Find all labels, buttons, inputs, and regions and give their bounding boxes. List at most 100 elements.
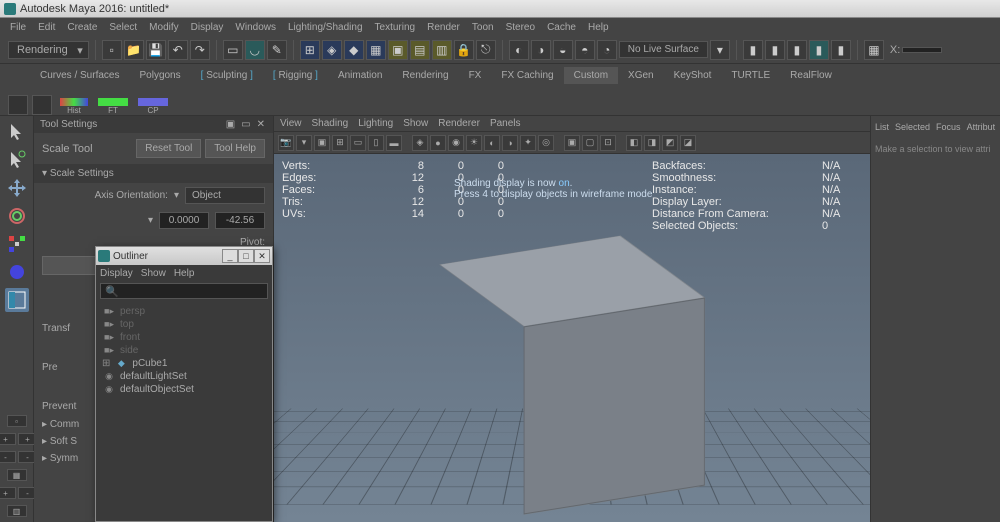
snap-grid-icon[interactable]: ⊞ bbox=[300, 40, 320, 60]
snap-point-icon[interactable]: ◆ bbox=[344, 40, 364, 60]
layout-e-icon[interactable]: ▦ bbox=[7, 469, 27, 481]
shelf-tab-turtle[interactable]: TURTLE bbox=[721, 67, 780, 84]
layout-single-icon[interactable]: ▫ bbox=[7, 415, 27, 427]
save-scene-icon[interactable]: 💾 bbox=[146, 40, 166, 60]
vp-view-transform-icon[interactable]: ◩ bbox=[662, 135, 678, 151]
select-mode-icon[interactable]: ▭ bbox=[223, 40, 243, 60]
snap-center-icon[interactable]: ▥ bbox=[432, 40, 452, 60]
chevron-down-icon[interactable]: ▾ bbox=[710, 40, 730, 60]
outliner-item-top[interactable]: ■▸top bbox=[96, 318, 272, 331]
menu-lightingshading[interactable]: Lighting/Shading bbox=[282, 22, 369, 33]
hypershade-icon[interactable]: ▮ bbox=[831, 40, 851, 60]
cb-tab-selected[interactable]: Selected bbox=[895, 122, 930, 132]
workspace-dropdown[interactable]: Rendering bbox=[8, 41, 89, 59]
menu-render[interactable]: Render bbox=[421, 22, 466, 33]
last-tool[interactable] bbox=[5, 260, 29, 284]
vp-motion-blur-icon[interactable]: ✦ bbox=[520, 135, 536, 151]
outliner-titlebar[interactable]: Outliner _ □ ✕ bbox=[96, 247, 272, 265]
menu-file[interactable]: File bbox=[4, 22, 32, 33]
outliner-item-defaultobjectset[interactable]: ◉defaultObjectSet bbox=[96, 383, 272, 396]
outliner-window[interactable]: Outliner _ □ ✕ DisplayShowHelp 🔍 ■▸persp… bbox=[95, 246, 273, 522]
menu-create[interactable]: Create bbox=[61, 22, 103, 33]
transform-section[interactable]: Transf bbox=[42, 323, 70, 334]
layout-icon[interactable]: ▦ bbox=[864, 40, 884, 60]
menu-edit[interactable]: Edit bbox=[32, 22, 61, 33]
scale-value-2[interactable] bbox=[215, 212, 265, 229]
shelf-tab-polygons[interactable]: Polygons bbox=[129, 67, 190, 84]
pre-section[interactable]: Pre bbox=[42, 362, 58, 373]
menu-select[interactable]: Select bbox=[103, 22, 143, 33]
x-coord-input[interactable] bbox=[902, 47, 942, 53]
snap-view-icon[interactable]: ▣ bbox=[388, 40, 408, 60]
expand-icon[interactable]: ⊞ bbox=[102, 358, 110, 369]
vp-wireframe-icon[interactable]: ◈ bbox=[412, 135, 428, 151]
scale-tool[interactable] bbox=[5, 232, 29, 256]
render-icon[interactable]: ▮ bbox=[743, 40, 763, 60]
snap-live-icon[interactable]: ▤ bbox=[410, 40, 430, 60]
viewport-layout-tool[interactable] bbox=[5, 288, 29, 312]
outliner-minimize-button[interactable]: _ bbox=[222, 249, 238, 263]
axis-orientation-select[interactable]: Object bbox=[185, 187, 265, 204]
new-scene-icon[interactable]: ▫ bbox=[102, 40, 122, 60]
prevent-section[interactable]: Prevent bbox=[42, 401, 76, 412]
cb-tab-focus[interactable]: Focus bbox=[936, 122, 961, 132]
move-tool[interactable] bbox=[5, 176, 29, 200]
vp-gate-mask-icon[interactable]: ▬ bbox=[386, 135, 402, 151]
layout-f-icon[interactable]: + bbox=[0, 487, 16, 499]
magnet-icon[interactable]: ⎋ bbox=[476, 40, 496, 60]
vp-image-plane-icon[interactable]: ▣ bbox=[314, 135, 330, 151]
outliner-item-defaultlightset[interactable]: ◉defaultLightSet bbox=[96, 370, 272, 383]
panel-dock-icon[interactable]: ▣ bbox=[224, 119, 237, 130]
lasso-icon[interactable]: ◡ bbox=[245, 40, 265, 60]
outliner-menu-show[interactable]: Show bbox=[141, 268, 166, 279]
vp-textured-icon[interactable]: ◉ bbox=[448, 135, 464, 151]
vp-bookmark-icon[interactable]: ▾ bbox=[296, 135, 312, 151]
shelf-tab-curvessurfaces[interactable]: Curves / Surfaces bbox=[30, 67, 129, 84]
redo-icon[interactable]: ↷ bbox=[190, 40, 210, 60]
select-tool[interactable] bbox=[5, 120, 29, 144]
outliner-search[interactable]: 🔍 bbox=[100, 283, 268, 299]
render-globals-icon[interactable]: ▮ bbox=[809, 40, 829, 60]
vp-shadows-icon[interactable]: ◐ bbox=[484, 135, 500, 151]
menu-toon[interactable]: Toon bbox=[466, 22, 500, 33]
outliner-item-side[interactable]: ■▸side bbox=[96, 344, 272, 357]
outliner-menu-help[interactable]: Help bbox=[174, 268, 195, 279]
ipr-render-icon[interactable]: ▮ bbox=[765, 40, 785, 60]
vp-menu-lighting[interactable]: Lighting bbox=[358, 118, 393, 129]
shelf-tab-keyshot[interactable]: KeyShot bbox=[664, 67, 722, 84]
vp-camera-icon[interactable]: 📷 bbox=[278, 135, 294, 151]
viewport-canvas[interactable]: Verts:800Edges:1200Faces:600Tris:1200UVs… bbox=[274, 154, 870, 522]
vp-xray-joints-icon[interactable]: ⊡ bbox=[600, 135, 616, 151]
menu-windows[interactable]: Windows bbox=[229, 22, 282, 33]
outliner-item-pcube1[interactable]: ⊞◆pCube1 bbox=[96, 357, 272, 370]
shelf-tab-fxcaching[interactable]: FX Caching bbox=[491, 67, 563, 84]
cube-object[interactable] bbox=[472, 275, 672, 475]
cb-tab-attribut[interactable]: Attribut bbox=[967, 122, 996, 132]
cb-tab-list[interactable]: List bbox=[875, 122, 889, 132]
outliner-item-front[interactable]: ■▸front bbox=[96, 331, 272, 344]
vp-ao-icon[interactable]: ◑ bbox=[502, 135, 518, 151]
status-settings-icon[interactable] bbox=[32, 95, 52, 115]
vp-grid-icon[interactable]: ⊞ bbox=[332, 135, 348, 151]
vp-isolate-icon[interactable]: ▣ bbox=[564, 135, 580, 151]
vp-menu-view[interactable]: View bbox=[280, 118, 302, 129]
shelf-tab-rendering[interactable]: Rendering bbox=[392, 67, 458, 84]
layout-a-icon[interactable]: + bbox=[0, 433, 16, 445]
vp-renderer-icon[interactable]: ◪ bbox=[680, 135, 696, 151]
vp-menu-renderer[interactable]: Renderer bbox=[438, 118, 480, 129]
layout-h-icon[interactable]: ▥ bbox=[7, 505, 27, 517]
shelf-tab-rigging[interactable]: Rigging bbox=[263, 67, 328, 84]
render-settings-icon[interactable]: ▮ bbox=[787, 40, 807, 60]
menu-modify[interactable]: Modify bbox=[143, 22, 184, 33]
shelf-tab-sculpting[interactable]: Sculpting bbox=[191, 67, 263, 84]
shelf-tab-xgen[interactable]: XGen bbox=[618, 67, 664, 84]
panel-close-icon[interactable]: ✕ bbox=[255, 119, 267, 130]
reset-tool-button[interactable]: Reset Tool bbox=[136, 139, 201, 158]
rotate-tool[interactable] bbox=[5, 204, 29, 228]
open-scene-icon[interactable]: 📁 bbox=[124, 40, 144, 60]
scale-value-1[interactable] bbox=[159, 212, 209, 229]
shelf-tab-realflow[interactable]: RealFlow bbox=[780, 67, 842, 84]
outliner-menu-display[interactable]: Display bbox=[100, 268, 133, 279]
shelf-tab-fx[interactable]: FX bbox=[459, 67, 492, 84]
live-surface-label[interactable]: No Live Surface bbox=[619, 41, 708, 58]
